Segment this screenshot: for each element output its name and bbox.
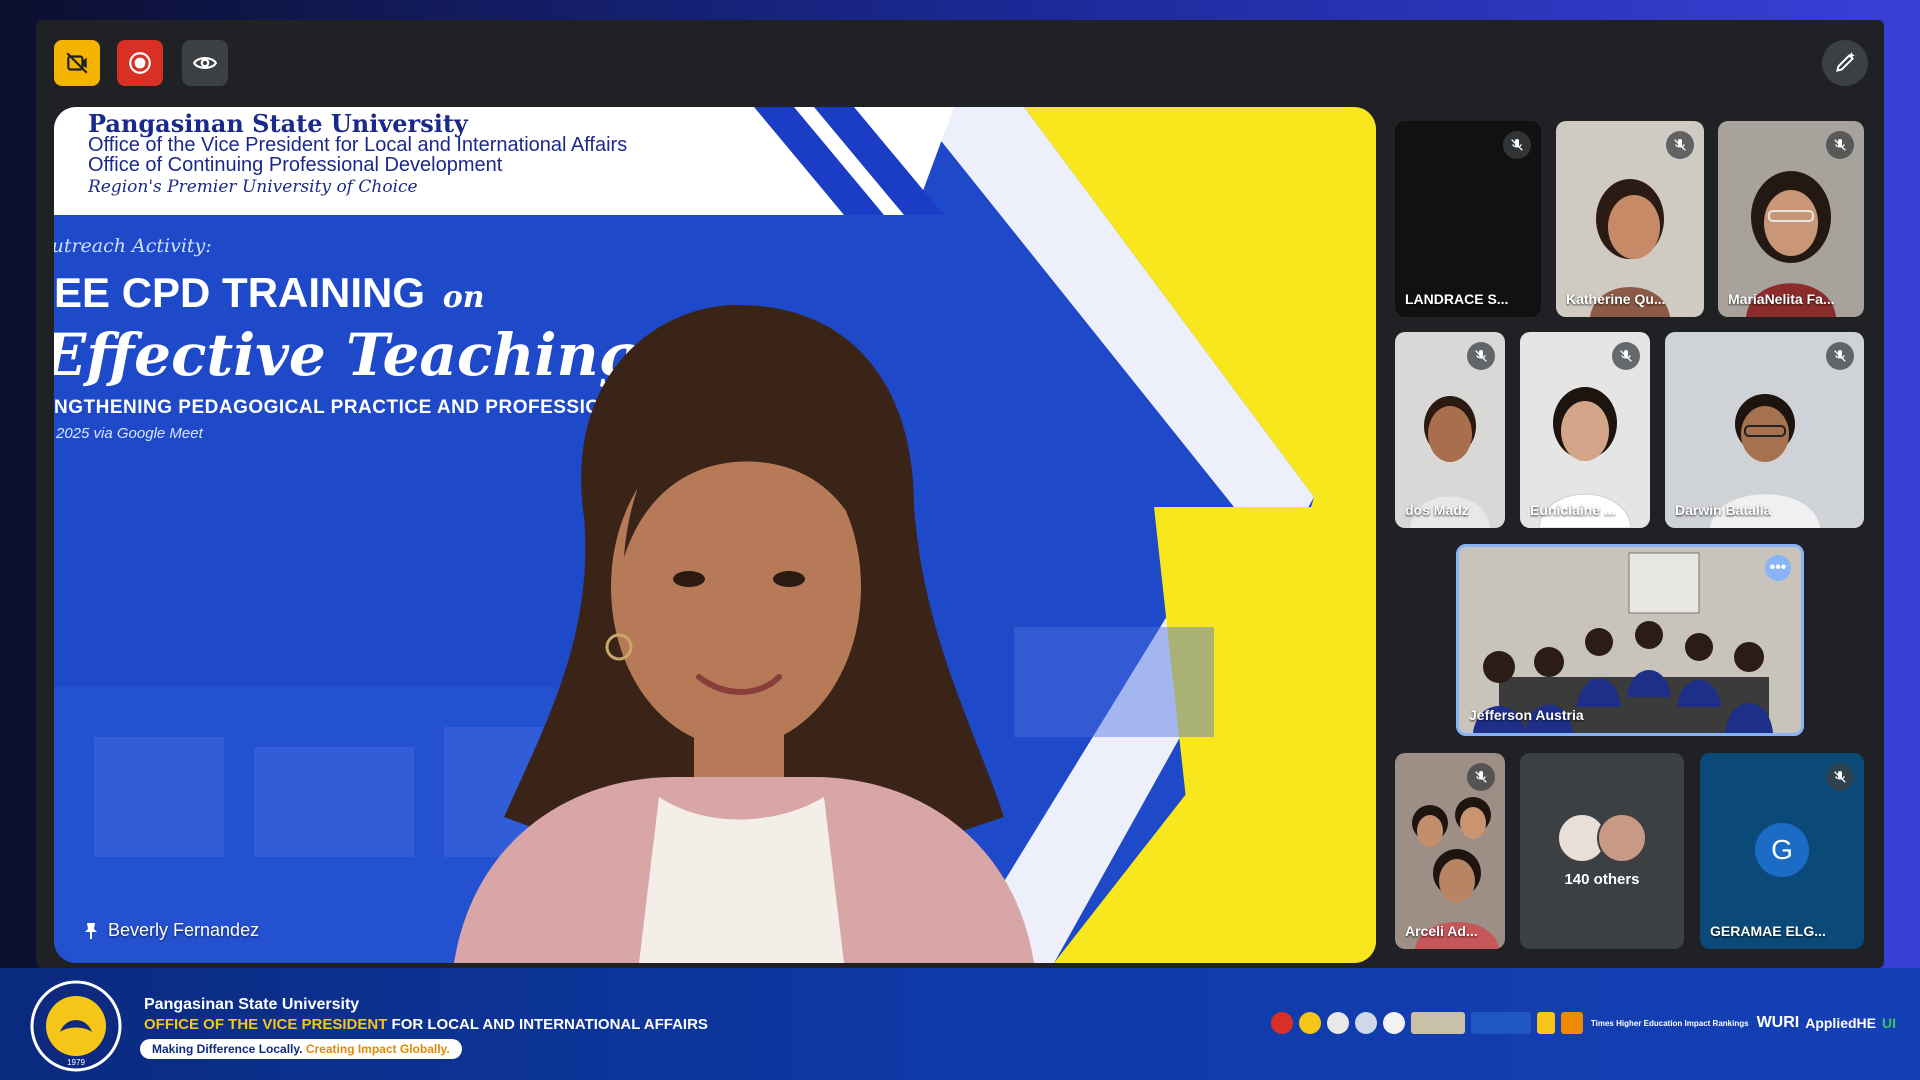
main-speaker-video[interactable]: Pangasinan State University Office of th… [54, 107, 1376, 963]
muted-mic-icon [1612, 342, 1640, 370]
slide-office-2: Office of Continuing Professional Develo… [88, 154, 503, 176]
more-options-icon[interactable]: ••• [1765, 555, 1791, 581]
footer-office-suffix: FOR LOCAL AND INTERNATIONAL AFFAIRS [391, 1016, 708, 1033]
participant-tile[interactable]: dos Madz [1395, 332, 1505, 528]
main-speaker-label: Beverly Fernandez [84, 920, 259, 941]
partner-logo [1382, 1012, 1405, 1034]
partner-logo [1470, 1012, 1531, 1034]
participant-name: MariaNelita Fa... [1728, 291, 1835, 307]
footer-office: OFFICE OF THE VICE PRESIDENT FOR LOCAL A… [144, 1016, 708, 1033]
participant-name: Darwin Batalla [1675, 502, 1772, 518]
tagline-main: Making Difference Locally. [152, 1042, 303, 1056]
meet-window: Pangasinan State University Office of th… [36, 20, 1884, 968]
university-seal: 1979 [30, 980, 122, 1072]
tagline-accent: Creating Impact Globally. [305, 1042, 450, 1056]
participant-name: Arceli Ad... [1405, 923, 1478, 939]
eye-icon [192, 57, 218, 69]
ranking-ui: UI [1882, 1015, 1896, 1031]
participant-name: Jefferson Austria [1469, 707, 1584, 723]
footer-banner: 1979 Pangasinan State University OFFICE … [0, 968, 1920, 1080]
partner-logo [1326, 1012, 1349, 1034]
muted-mic-icon [1826, 763, 1854, 791]
participant-tile[interactable]: Darwin Batalla [1665, 332, 1864, 528]
speaker-figure [454, 304, 1034, 963]
participant-name: Euniclaine ... [1530, 502, 1616, 518]
visibility-button[interactable] [182, 40, 228, 86]
participant-name: LANDRACE S... [1405, 291, 1509, 307]
participant-video [1459, 547, 1801, 733]
main-speaker-name: Beverly Fernandez [108, 920, 260, 940]
slide-title-main: EE CPD TRAINING [54, 269, 426, 316]
slide-activity: Outreach Activity: [54, 235, 212, 257]
avatar [1597, 813, 1647, 863]
muted-mic-icon [1826, 131, 1854, 159]
participant-tile[interactable]: LANDRACE S... [1395, 121, 1541, 317]
pin-icon [85, 922, 97, 939]
partner-logos: Times Higher Education Impact Rankings W… [1270, 1012, 1896, 1034]
participant-tile[interactable]: Arceli Ad... [1395, 753, 1505, 949]
partner-logo [1354, 1012, 1377, 1034]
pen-icon [1836, 52, 1855, 72]
ranking-wuri: WURI [1756, 1014, 1800, 1031]
record-icon [129, 52, 151, 74]
participant-tile-active[interactable]: ••• Jefferson Austria [1456, 544, 1804, 736]
partner-logo [1270, 1012, 1293, 1034]
ranking-appliedhe: AppliedHE [1805, 1015, 1876, 1031]
others-avatars [1557, 813, 1647, 863]
slide-date: 2025 via Google Meet [56, 425, 203, 442]
participant-tile[interactable]: MariaNelita Fa... [1718, 121, 1864, 317]
partner-logo [1410, 1012, 1465, 1034]
participant-name: Katherine Qu... [1566, 291, 1666, 307]
no-camera-icon [66, 52, 88, 74]
ranking-the: Times Higher Education Impact Rankings [1590, 1018, 1749, 1028]
partner-logo [1536, 1012, 1555, 1034]
record-button[interactable] [117, 40, 163, 86]
muted-mic-icon [1503, 131, 1531, 159]
others-tile[interactable]: 140 others [1520, 753, 1684, 949]
muted-mic-icon [1826, 342, 1854, 370]
annotate-button[interactable] [1822, 40, 1868, 86]
seal-year: 1979 [67, 1058, 85, 1067]
partner-logo [1298, 1012, 1321, 1034]
others-count: 140 others [1564, 871, 1640, 888]
participant-name: GERAMAE ELG... [1710, 923, 1826, 939]
muted-mic-icon [1467, 763, 1495, 791]
participant-tile[interactable]: G GERAMAE ELG... [1700, 753, 1864, 949]
footer-org: Pangasinan State University [144, 996, 360, 1013]
footer-tagline: Making Difference Locally. Creating Impa… [140, 1039, 462, 1059]
slide-motto: Region's Premier University of Choice [88, 177, 418, 197]
footer-office-prefix: OFFICE OF THE VICE PRESIDENT [144, 1016, 388, 1033]
avatar-initial: G [1755, 823, 1809, 877]
muted-mic-icon [1666, 131, 1694, 159]
participant-name: dos Madz [1405, 502, 1469, 518]
participant-tile[interactable]: Euniclaine ... [1520, 332, 1650, 528]
partner-logo [1560, 1012, 1583, 1034]
participant-tile[interactable]: Katherine Qu... [1556, 121, 1704, 317]
camera-off-button[interactable] [54, 40, 100, 86]
muted-mic-icon [1467, 342, 1495, 370]
